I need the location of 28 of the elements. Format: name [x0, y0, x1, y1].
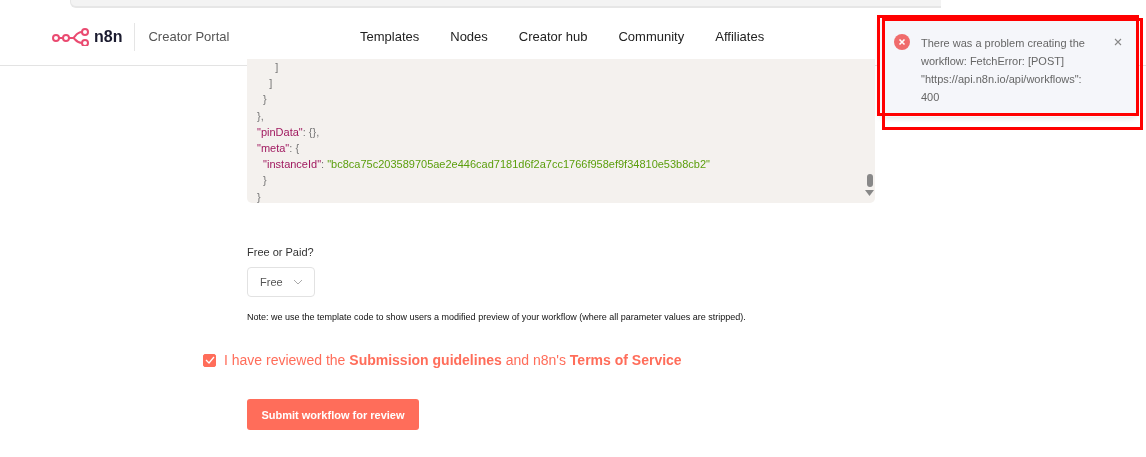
- nav-link[interactable]: Templates: [360, 29, 420, 44]
- portal-title: Creator Portal: [148, 29, 230, 44]
- code-line: }: [257, 189, 261, 203]
- code-line: }: [262, 173, 267, 189]
- code-line: }: [262, 92, 267, 108]
- error-icon: [894, 34, 910, 50]
- close-icon[interactable]: [1114, 38, 1122, 46]
- scrollbar[interactable]: [865, 174, 874, 196]
- code-line: ]: [274, 60, 279, 75]
- nav-link[interactable]: Community: [618, 29, 685, 44]
- agreement-text: I have reviewed the Submission guidelines and n8n's Terms of Service: [224, 352, 682, 368]
- nav-link[interactable]: Nodes: [450, 29, 488, 44]
- nav-link[interactable]: Affiliates: [715, 29, 765, 44]
- logo-text[interactable]: n8n: [94, 22, 136, 51]
- nav-link[interactable]: Creator hub: [518, 29, 588, 44]
- code-line: "meta": {: [257, 140, 300, 156]
- chevron-down-icon: [292, 279, 303, 285]
- pricing-select[interactable]: Free: [247, 267, 315, 297]
- code-line: ]: [268, 76, 273, 92]
- note-text: Note: we use the template code to show users a modified preview of your workflow (where all parameter values are stripped).: [247, 312, 747, 322]
- logo-icon: [52, 27, 90, 46]
- code-line: },: [257, 108, 264, 124]
- code-line: "pinData": {},: [257, 124, 320, 140]
- code-line: "instanceId": "bc8ca75c203589705ae2e446cad7181d6f2a7cc1766f958ef9f34810e53b8cb2": [262, 157, 710, 173]
- agreement-checkbox[interactable]: [203, 353, 216, 367]
- field-label: Free or Paid?: [247, 246, 315, 258]
- toast-message: There was a problem creating the workflow: FetchError: [POST] "https://api.n8n.io/api/workflows": 400: [921, 37, 1085, 103]
- scroll-down-icon[interactable]: [865, 190, 874, 196]
